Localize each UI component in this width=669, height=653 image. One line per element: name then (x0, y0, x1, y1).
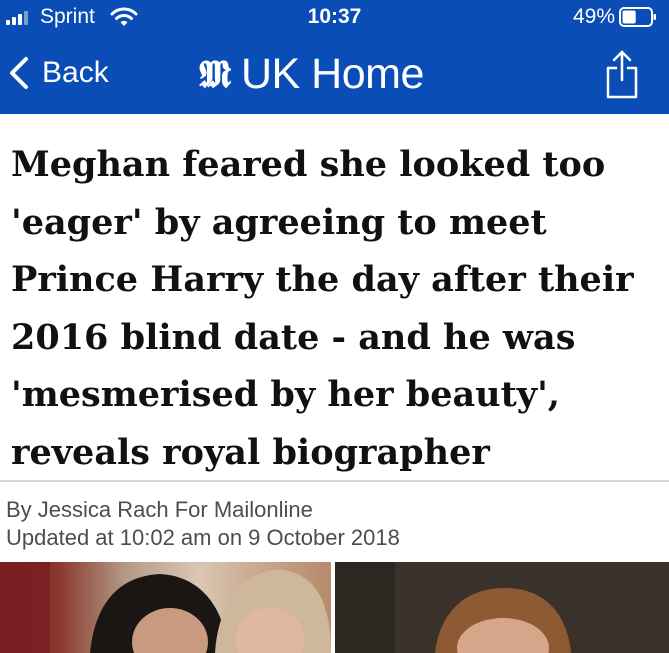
section-header: 𝕸 UK Home (198, 44, 424, 104)
share-icon[interactable] (605, 48, 639, 100)
daily-mail-logo: 𝕸 (199, 51, 230, 96)
divider (0, 480, 669, 482)
navigation-bar: Back 𝕸 UK Home (0, 34, 669, 114)
article-headline: Meghan feared she looked too 'eager' by … (11, 144, 634, 473)
chevron-left-icon (10, 57, 28, 89)
battery-percentage: 49% (572, 5, 615, 28)
article-updated-date: Updated at 10:02 am on 9 October 2018 (6, 525, 400, 550)
article-photo-right[interactable] (335, 562, 669, 653)
status-bar: Sprint 10:37 49% (0, 0, 669, 34)
back-button[interactable]: Back (4, 48, 124, 98)
photo-left-image (0, 562, 331, 653)
top-bar: Sprint 10:37 49% Back 𝕸 UK Home (0, 0, 669, 114)
section-title: UK Home (241, 50, 424, 98)
article-photo-left[interactable] (0, 562, 331, 653)
back-label: Back (42, 56, 109, 89)
article-byline: By Jessica Rach For Mailonline (6, 497, 313, 522)
status-time: 10:37 (307, 5, 362, 28)
photo-right-image (335, 562, 669, 653)
battery-icon (619, 7, 656, 27)
